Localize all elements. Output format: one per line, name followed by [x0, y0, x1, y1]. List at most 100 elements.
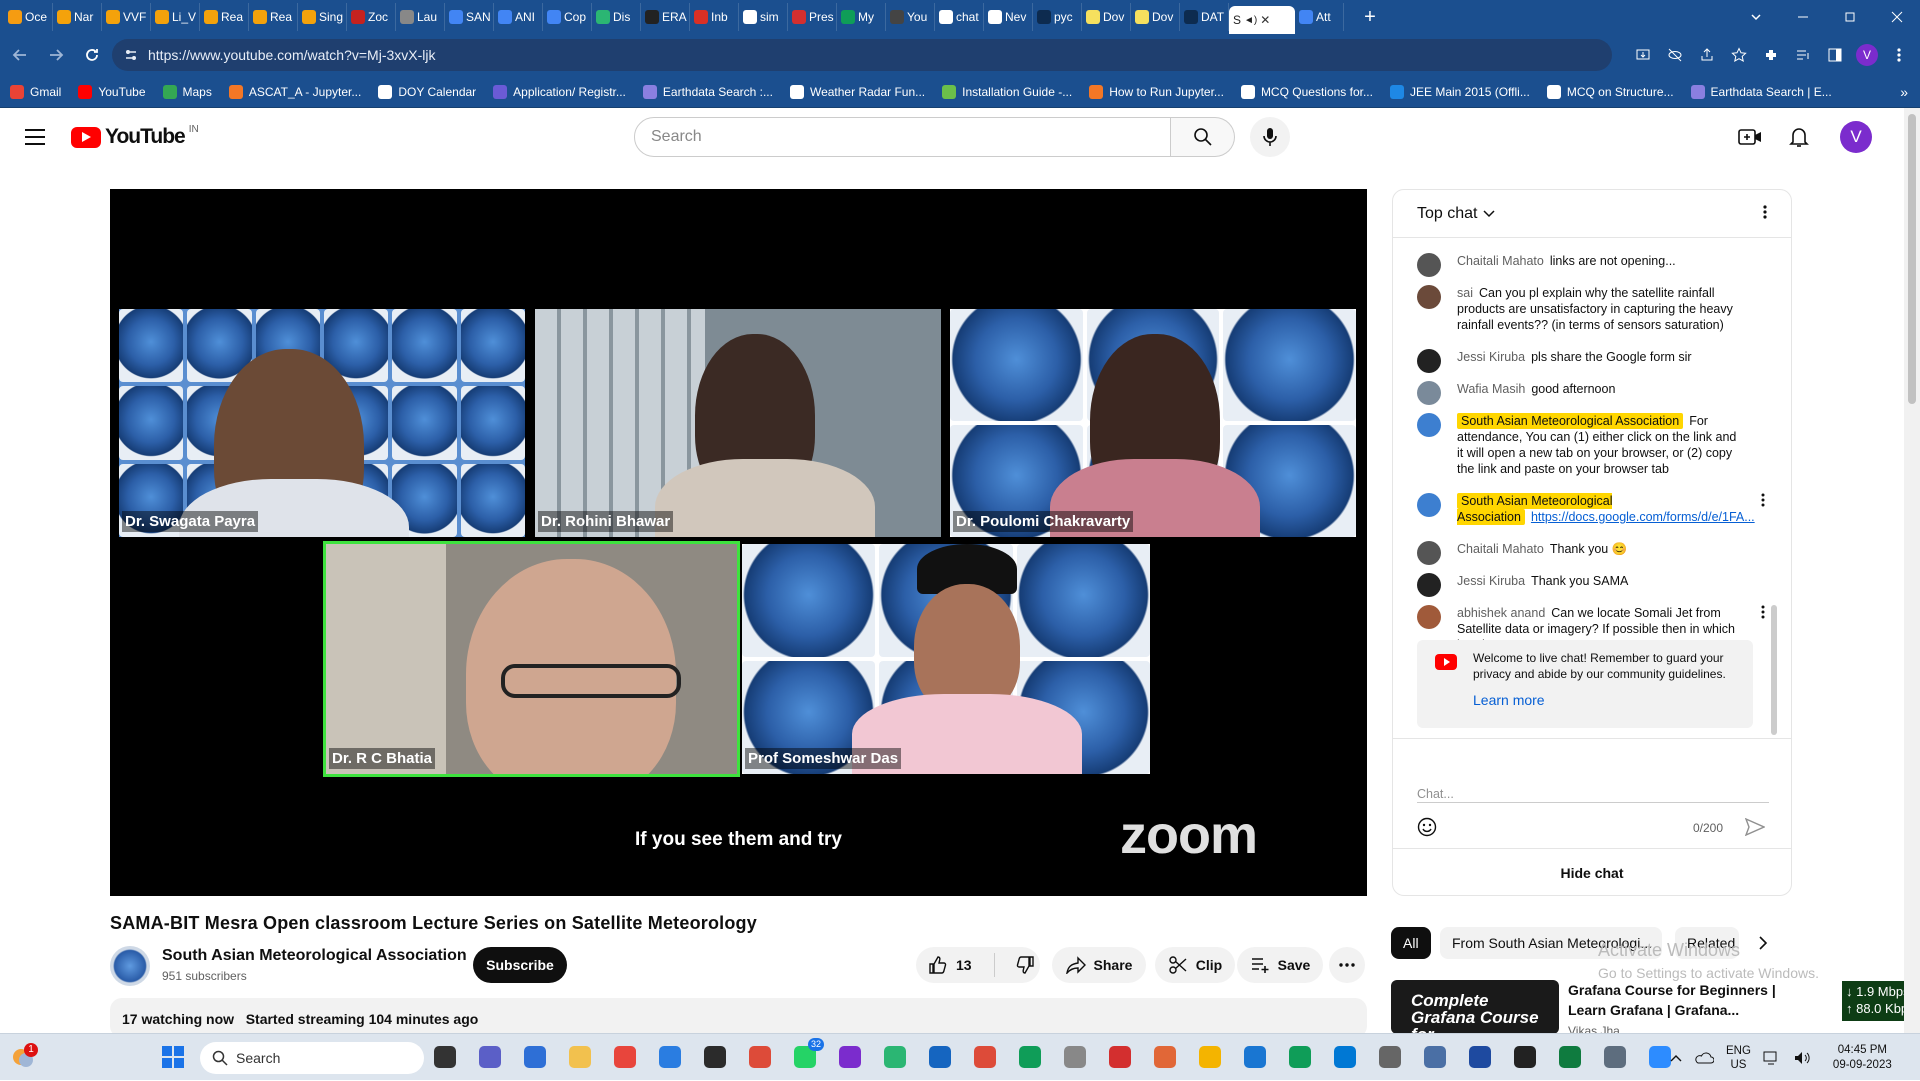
browser-tab[interactable]: Dov — [1131, 3, 1180, 31]
related-video-thumbnail[interactable]: Complete Grafana Course for — [1391, 980, 1559, 1034]
bookmark-item[interactable]: Maps — [162, 84, 212, 99]
tray-chevron-icon[interactable] — [1670, 1054, 1682, 1062]
weather-widget[interactable]: 1 — [10, 1043, 38, 1071]
close-window-button[interactable] — [1873, 0, 1920, 34]
taskbar-app-chrome-5-icon[interactable] — [1283, 1040, 1317, 1074]
taskbar-app-file-explorer-icon[interactable] — [563, 1040, 597, 1074]
bookmark-item[interactable]: JEE Main 2015 (Offli... — [1389, 84, 1530, 99]
bookmark-item[interactable]: DOY Calendar — [378, 84, 476, 99]
taskbar-app-chrome-icon[interactable] — [743, 1040, 777, 1074]
browser-tab[interactable]: Dov — [1082, 3, 1131, 31]
taskbar-app-teams-icon[interactable] — [473, 1040, 507, 1074]
chat-author-avatar[interactable] — [1417, 285, 1441, 309]
browser-tab[interactable]: Li_V — [151, 3, 200, 31]
back-button[interactable] — [4, 39, 36, 71]
search-button[interactable] — [1171, 117, 1235, 157]
tab-search-button[interactable] — [1732, 0, 1779, 34]
media-control-icon[interactable] — [1790, 42, 1816, 68]
reload-button[interactable] — [76, 39, 108, 71]
input-language[interactable]: ENG US — [1726, 1044, 1751, 1072]
site-info-icon[interactable] — [124, 48, 138, 62]
new-tab-button[interactable]: + — [1358, 6, 1382, 29]
chat-input[interactable]: Chat... — [1417, 781, 1769, 803]
more-actions-button[interactable] — [1329, 947, 1365, 983]
save-button[interactable]: Save — [1237, 947, 1323, 983]
taskbar-app-excel-like-icon[interactable] — [1553, 1040, 1587, 1074]
chat-author-name[interactable]: sai — [1457, 286, 1473, 300]
taskbar-app-power-automate-icon[interactable] — [518, 1040, 552, 1074]
browser-tab-active[interactable]: S ◄) ✕ — [1229, 6, 1295, 34]
extensions-icon[interactable] — [1758, 42, 1784, 68]
restore-button[interactable] — [1826, 0, 1873, 34]
browser-tab[interactable]: Nev — [984, 3, 1033, 31]
browser-tab[interactable]: Cop — [543, 3, 592, 31]
chat-author-avatar[interactable] — [1417, 493, 1441, 517]
notifications-button[interactable] — [1783, 121, 1815, 153]
taskbar-search[interactable]: Search — [200, 1042, 424, 1074]
chat-author-avatar[interactable] — [1417, 349, 1441, 373]
taskbar-app-file-manager-icon[interactable] — [428, 1040, 462, 1074]
bookmark-item[interactable]: Earthdata Search :... — [642, 84, 773, 99]
chat-author-name[interactable]: abhishek anand — [1457, 606, 1545, 620]
chat-author-name[interactable]: Chaitali Mahato — [1457, 254, 1544, 268]
forward-button[interactable] — [40, 39, 72, 71]
taskbar-app-chart-app-icon[interactable] — [1373, 1040, 1407, 1074]
chat-link[interactable]: https://docs.google.com/forms/d/e/1FA... — [1531, 510, 1755, 524]
message-menu-icon[interactable] — [1761, 493, 1765, 507]
chat-author-name[interactable]: Chaitali Mahato — [1457, 542, 1544, 556]
taskbar-app-chrome-3-icon[interactable] — [1013, 1040, 1047, 1074]
taskbar-app-remote-icon[interactable] — [1328, 1040, 1362, 1074]
bookmark-item[interactable]: Installation Guide -... — [942, 84, 1072, 99]
message-menu-icon[interactable] — [1761, 605, 1765, 619]
related-video-title[interactable]: Grafana Course for Beginners | Learn Gra… — [1568, 980, 1798, 1020]
url-field[interactable]: https://www.youtube.com/watch?v=Mj-3xvX-… — [112, 39, 1612, 71]
browser-tab[interactable]: DAT — [1180, 3, 1229, 31]
side-panel-icon[interactable] — [1822, 42, 1848, 68]
bookmark-item[interactable]: Application/ Registr... — [493, 84, 626, 99]
youtube-logo[interactable]: YouTube IN — [71, 124, 199, 149]
browser-tab[interactable]: Zoc — [347, 3, 396, 31]
browser-tab[interactable]: You — [886, 3, 935, 31]
browser-tab[interactable]: sim — [739, 3, 788, 31]
taskbar-app-acrobat-icon[interactable] — [1103, 1040, 1137, 1074]
clip-button[interactable]: Clip — [1155, 947, 1235, 983]
channel-name[interactable]: South Asian Meteorological Association — [162, 947, 467, 965]
taskbar-app-vscode-like-icon[interactable] — [923, 1040, 957, 1074]
browser-tab[interactable]: Pres — [788, 3, 837, 31]
video-player[interactable]: Dr. Swagata Payra Dr. Rohini Bhawar Dr. … — [110, 189, 1367, 896]
chat-author-name[interactable]: Wafia Masih — [1457, 382, 1525, 396]
bookmark-item[interactable]: MCQ on Structure... — [1546, 84, 1674, 99]
search-input[interactable]: Search — [634, 117, 1171, 157]
share-page-icon[interactable] — [1694, 42, 1720, 68]
browser-tab[interactable]: ANI — [494, 3, 543, 31]
chip-all[interactable]: All — [1391, 927, 1431, 959]
close-tab-icon[interactable]: ✕ — [1260, 13, 1270, 27]
taskbar-app-terminal-icon[interactable] — [698, 1040, 732, 1074]
taskbar-app-anydesk-icon[interactable] — [608, 1040, 642, 1074]
browser-tab[interactable]: Sing — [298, 3, 347, 31]
share-button[interactable]: Share — [1052, 947, 1146, 983]
browser-tab[interactable]: Att — [1295, 3, 1344, 31]
taskbar-app-circle-app-icon[interactable] — [878, 1040, 912, 1074]
browser-menu-icon[interactable] — [1886, 42, 1912, 68]
voice-search-button[interactable] — [1250, 117, 1290, 157]
chat-author-avatar[interactable] — [1417, 573, 1441, 597]
page-scrollbar[interactable] — [1904, 108, 1920, 1033]
browser-tab[interactable]: pyc — [1033, 3, 1082, 31]
start-button[interactable] — [162, 1046, 184, 1068]
like-button[interactable]: 13 — [928, 955, 972, 975]
taskbar-app-clock-app-icon[interactable] — [1598, 1040, 1632, 1074]
guide-menu-button[interactable] — [20, 122, 50, 152]
taskbar-app-chrome-profile-icon[interactable] — [833, 1040, 867, 1074]
system-clock[interactable]: 04:45 PM 09-09-2023 — [1833, 1043, 1892, 1073]
browser-tab[interactable]: VVF — [102, 3, 151, 31]
bookmark-item[interactable]: Gmail — [10, 84, 61, 99]
chat-scrollbar[interactable] — [1771, 605, 1777, 735]
bookmark-item[interactable]: Earthdata Search | E... — [1690, 84, 1832, 99]
hide-chat-button[interactable]: Hide chat — [1393, 848, 1791, 895]
profile-button[interactable]: V — [1854, 42, 1880, 68]
bookmark-item[interactable]: YouTube — [78, 84, 146, 99]
channel-avatar[interactable] — [110, 946, 150, 986]
browser-tab[interactable]: Inb — [690, 3, 739, 31]
bookmark-item[interactable]: ASCAT_A - Jupyter... — [228, 84, 361, 99]
